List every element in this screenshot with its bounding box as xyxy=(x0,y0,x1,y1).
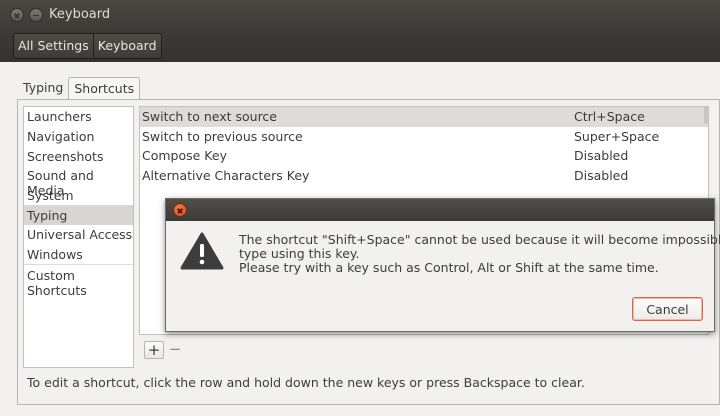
warning-icon xyxy=(180,232,224,270)
category-launchers[interactable]: Launchers xyxy=(27,109,92,124)
category-navigation[interactable]: Navigation xyxy=(27,129,94,144)
tab-typing[interactable]: Typing xyxy=(18,77,68,99)
category-custom-shortcuts[interactable]: Custom Shortcuts xyxy=(27,268,133,298)
dialog-titlebar xyxy=(166,199,714,221)
dialog-message-line: Please try with a key such as Control, A… xyxy=(239,260,659,275)
window-title: Keyboard xyxy=(49,7,111,22)
remove-shortcut-button[interactable]: − xyxy=(165,341,185,359)
dialog-message-line: type using this key. xyxy=(239,246,360,261)
shortcut-row[interactable]: Compose Key Disabled xyxy=(140,146,708,166)
category-system[interactable]: System xyxy=(27,188,74,203)
window-titlebar: Keyboard xyxy=(0,0,720,30)
breadcrumb-keyboard[interactable]: Keyboard xyxy=(92,34,161,58)
category-typing[interactable]: Typing xyxy=(24,205,133,225)
dialog-message-line: The shortcut "Shift+Space" cannot be use… xyxy=(239,232,720,247)
shortcut-list-scrollbar[interactable] xyxy=(704,106,709,124)
tab-bar: Typing Shortcuts xyxy=(18,77,141,100)
shortcut-accelerator: Super+Space xyxy=(574,129,660,144)
shortcut-row[interactable]: Switch to previous source Super+Space xyxy=(140,127,708,147)
edit-hint-text: To edit a shortcut, click the row and ho… xyxy=(27,375,585,390)
category-universal-access[interactable]: Universal Access xyxy=(27,227,132,242)
window-close-button[interactable] xyxy=(10,8,24,22)
shortcut-accelerator: Disabled xyxy=(574,168,629,183)
shortcut-row[interactable]: Switch to next source Ctrl+Space xyxy=(140,107,708,127)
cancel-button[interactable]: Cancel xyxy=(632,297,703,321)
category-list[interactable]: Launchers Navigation Screenshots Sound a… xyxy=(23,106,134,368)
dialog-message: The shortcut "Shift+Space" cannot be use… xyxy=(239,232,720,275)
shortcut-accelerator: Ctrl+Space xyxy=(574,109,645,124)
window-minimize-button[interactable] xyxy=(29,8,43,22)
shortcut-name: Compose Key xyxy=(142,148,227,163)
dialog-close-icon[interactable] xyxy=(173,203,187,217)
shortcut-name: Switch to previous source xyxy=(142,129,303,144)
shortcut-name: Switch to next source xyxy=(142,109,277,124)
category-separator xyxy=(24,264,133,265)
toolbar: All Settings Keyboard xyxy=(0,30,720,62)
shortcut-row[interactable]: Alternative Characters Key Disabled xyxy=(140,166,708,186)
category-windows[interactable]: Windows xyxy=(27,247,83,262)
shortcut-name: Alternative Characters Key xyxy=(142,168,310,183)
breadcrumb-all-settings[interactable]: All Settings xyxy=(14,34,93,58)
category-screenshots[interactable]: Screenshots xyxy=(27,149,103,164)
shortcut-error-dialog: The shortcut "Shift+Space" cannot be use… xyxy=(165,198,720,332)
add-shortcut-button[interactable]: + xyxy=(144,341,164,359)
tab-shortcuts[interactable]: Shortcuts xyxy=(68,77,141,100)
breadcrumb: All Settings Keyboard xyxy=(13,33,162,59)
shortcut-accelerator: Disabled xyxy=(574,148,629,163)
